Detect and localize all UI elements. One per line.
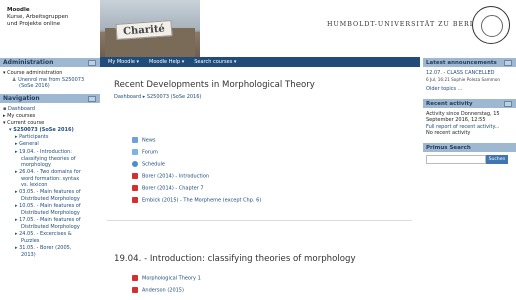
resource-label: Anderson (2015) bbox=[142, 287, 184, 294]
recent-activity-heading: Recent activity bbox=[426, 100, 473, 107]
nav-participants-label: Participants bbox=[19, 134, 49, 140]
nav-topic-line: 17.05. - Main features of bbox=[19, 217, 81, 223]
primus-search-header: Primus Search bbox=[423, 141, 516, 152]
main-content: Recent Developments in Morphological The… bbox=[100, 67, 420, 300]
pdf-icon bbox=[132, 185, 138, 191]
collapse-icon[interactable] bbox=[88, 96, 96, 102]
nav-topic-line[interactable]: Distributed Morphology bbox=[21, 196, 80, 203]
nav-topic-line[interactable]: Distributed Morphology bbox=[21, 224, 80, 231]
nav-search-courses[interactable]: Search courses ▾ bbox=[194, 59, 236, 65]
forum-icon bbox=[132, 149, 138, 155]
course-admin-label: Course administration bbox=[7, 70, 63, 76]
section-resource[interactable]: Morphological Theory 1 bbox=[132, 275, 201, 282]
nav-topic-line[interactable]: morphology bbox=[21, 162, 51, 169]
university-seal-logo[interactable] bbox=[472, 6, 510, 44]
nav-my-moodle[interactable]: My Moodle ▾ bbox=[108, 59, 139, 65]
admin-block: ▾ Course administration ♟ Unenrol me fro… bbox=[0, 67, 100, 93]
top-navbar: My Moodle ▾ Moodle Help ▾ Search courses… bbox=[100, 57, 420, 67]
news-icon bbox=[132, 137, 138, 143]
page-header: Moodle Kurse, Arbeitsgruppen und Projekt… bbox=[0, 0, 516, 57]
nav-dashboard-label: Dashboard bbox=[7, 106, 36, 112]
primus-search-button[interactable]: Suchen bbox=[486, 154, 508, 164]
breadcrumb[interactable]: Dashboard ▸ S250073 (SoSe 2016) bbox=[114, 94, 201, 100]
nav-topic-line[interactable]: 2013) bbox=[21, 252, 36, 259]
activity-label: Borer (2014) - Chapter 7 bbox=[142, 185, 204, 192]
nav-topic-line[interactable]: vs. lexicon bbox=[21, 182, 47, 189]
recent-activity-header: Recent activity bbox=[423, 97, 516, 108]
nav-general[interactable]: ▸ General bbox=[15, 141, 39, 148]
nav-participants[interactable]: ▸ Participants bbox=[15, 134, 48, 141]
activity-forum[interactable]: Forum bbox=[132, 149, 158, 156]
nav-current-course[interactable]: ▾ Current course bbox=[3, 120, 44, 127]
older-topics-link[interactable]: Older topics ... bbox=[426, 86, 513, 93]
site-subtitle-1: Kurse, Arbeitsgruppen bbox=[7, 14, 69, 20]
primus-search-input[interactable] bbox=[426, 154, 486, 164]
announcements-header: Latest announcements bbox=[423, 57, 516, 67]
activity-label: Borer (2014) - Introduction bbox=[142, 173, 210, 180]
announcements-body: 12.07. - CLASS CANCELLED 6 Jul, 16:21 So… bbox=[423, 67, 516, 96]
page-title: Recent Developments in Morphological The… bbox=[114, 80, 315, 90]
admin-block-header: Administration bbox=[0, 57, 100, 67]
left-sidebar: Administration ▾ Course administration ♟… bbox=[0, 57, 100, 300]
collapse-icon[interactable] bbox=[504, 60, 512, 66]
university-name: HUMBOLDT-UNIVERSITÄT ZU BERLIN bbox=[327, 21, 485, 28]
site-name[interactable]: Moodle bbox=[7, 7, 68, 14]
site-title[interactable]: Moodle Kurse, Arbeitsgruppen und Projekt… bbox=[7, 7, 68, 28]
no-recent-activity: No recent activity bbox=[426, 130, 471, 136]
schedule-icon bbox=[132, 161, 138, 167]
activity-label: News bbox=[142, 137, 156, 144]
primus-search-form: Suchen bbox=[423, 152, 516, 167]
activity-label: Forum bbox=[142, 149, 158, 156]
pdf-icon bbox=[132, 173, 138, 179]
navigation-tree: ▪ Dashboard ▸ My courses ▾ Current cours… bbox=[0, 103, 100, 299]
nav-dashboard[interactable]: ▪ Dashboard bbox=[3, 106, 35, 113]
nav-topic-line: 24.05. - Excercises & bbox=[19, 231, 72, 237]
activity-label: Embick (2015) - The Morpheme (except Chp… bbox=[142, 197, 262, 204]
recent-activity-body: Activity since Donnerstag, 15 September … bbox=[423, 108, 516, 140]
nav-topic-line[interactable]: Puzzles bbox=[21, 238, 39, 245]
collapse-icon[interactable] bbox=[504, 100, 512, 107]
right-sidebar: Latest announcements 12.07. - CLASS CANC… bbox=[423, 57, 516, 300]
section-title: 19.04. - Introduction: classifying theor… bbox=[114, 254, 356, 264]
nav-course-item[interactable]: ▾ S250073 (SoSe 2016) bbox=[9, 127, 74, 134]
section-divider bbox=[107, 220, 412, 221]
collapse-icon[interactable] bbox=[88, 60, 96, 66]
activity-pdf[interactable]: Borer (2014) - Chapter 7 bbox=[132, 185, 204, 192]
nav-topic-line[interactable]: Distributed Morphology bbox=[21, 210, 80, 217]
navigation-heading: Navigation bbox=[3, 95, 40, 102]
nav-course-label: S250073 (SoSe 2016) bbox=[13, 127, 74, 133]
navigation-block-header: Navigation bbox=[0, 93, 100, 103]
header-banner-image: Charité bbox=[100, 0, 200, 57]
pdf-icon bbox=[132, 197, 138, 203]
nav-my-courses[interactable]: ▸ My courses bbox=[3, 113, 35, 120]
site-subtitle-2: und Projekte online bbox=[7, 21, 61, 27]
banner-sign: Charité bbox=[115, 20, 173, 40]
pdf-icon bbox=[132, 287, 138, 293]
activity-news[interactable]: News bbox=[132, 137, 156, 144]
nav-current-course-label: Current course bbox=[7, 120, 45, 126]
activity-schedule[interactable]: Schedule bbox=[132, 161, 165, 168]
announcement-meta: 6 Jul, 16:21 Sophie Poleza Sammon bbox=[426, 76, 501, 82]
admin-heading: Administration bbox=[3, 59, 54, 66]
nav-my-courses-label: My courses bbox=[7, 113, 36, 119]
nav-moodle-help[interactable]: Moodle Help ▾ bbox=[149, 59, 184, 65]
nav-general-label: General bbox=[19, 141, 39, 147]
nav-topic-line: 19.04. - Introduction: bbox=[19, 149, 72, 155]
nav-topic-line: 31.05. - Borer (2005, bbox=[19, 245, 72, 251]
resource-label: Morphological Theory 1 bbox=[142, 275, 201, 282]
unenrol-link-2[interactable]: (SoSe 2016) bbox=[19, 83, 50, 90]
nav-topic-line: 10.05. - Main features of bbox=[19, 203, 81, 209]
section-resource[interactable]: Anderson (2015) bbox=[132, 287, 184, 294]
activity-label: Schedule bbox=[142, 161, 165, 168]
nav-topic-line: 26.04. - Two domains for bbox=[19, 169, 81, 175]
activity-pdf[interactable]: Embick (2015) - The Morpheme (except Chp… bbox=[132, 197, 261, 204]
primus-search-heading: Primus Search bbox=[426, 144, 471, 151]
activity-pdf[interactable]: Borer (2014) - Introduction bbox=[132, 173, 209, 180]
pdf-icon bbox=[132, 275, 138, 281]
nav-topic-line: 03.05. - Main features of bbox=[19, 189, 81, 195]
unenrol-label-1: Unenrol me from S250073 bbox=[18, 76, 85, 83]
announcements-heading: Latest announcements bbox=[426, 60, 497, 66]
